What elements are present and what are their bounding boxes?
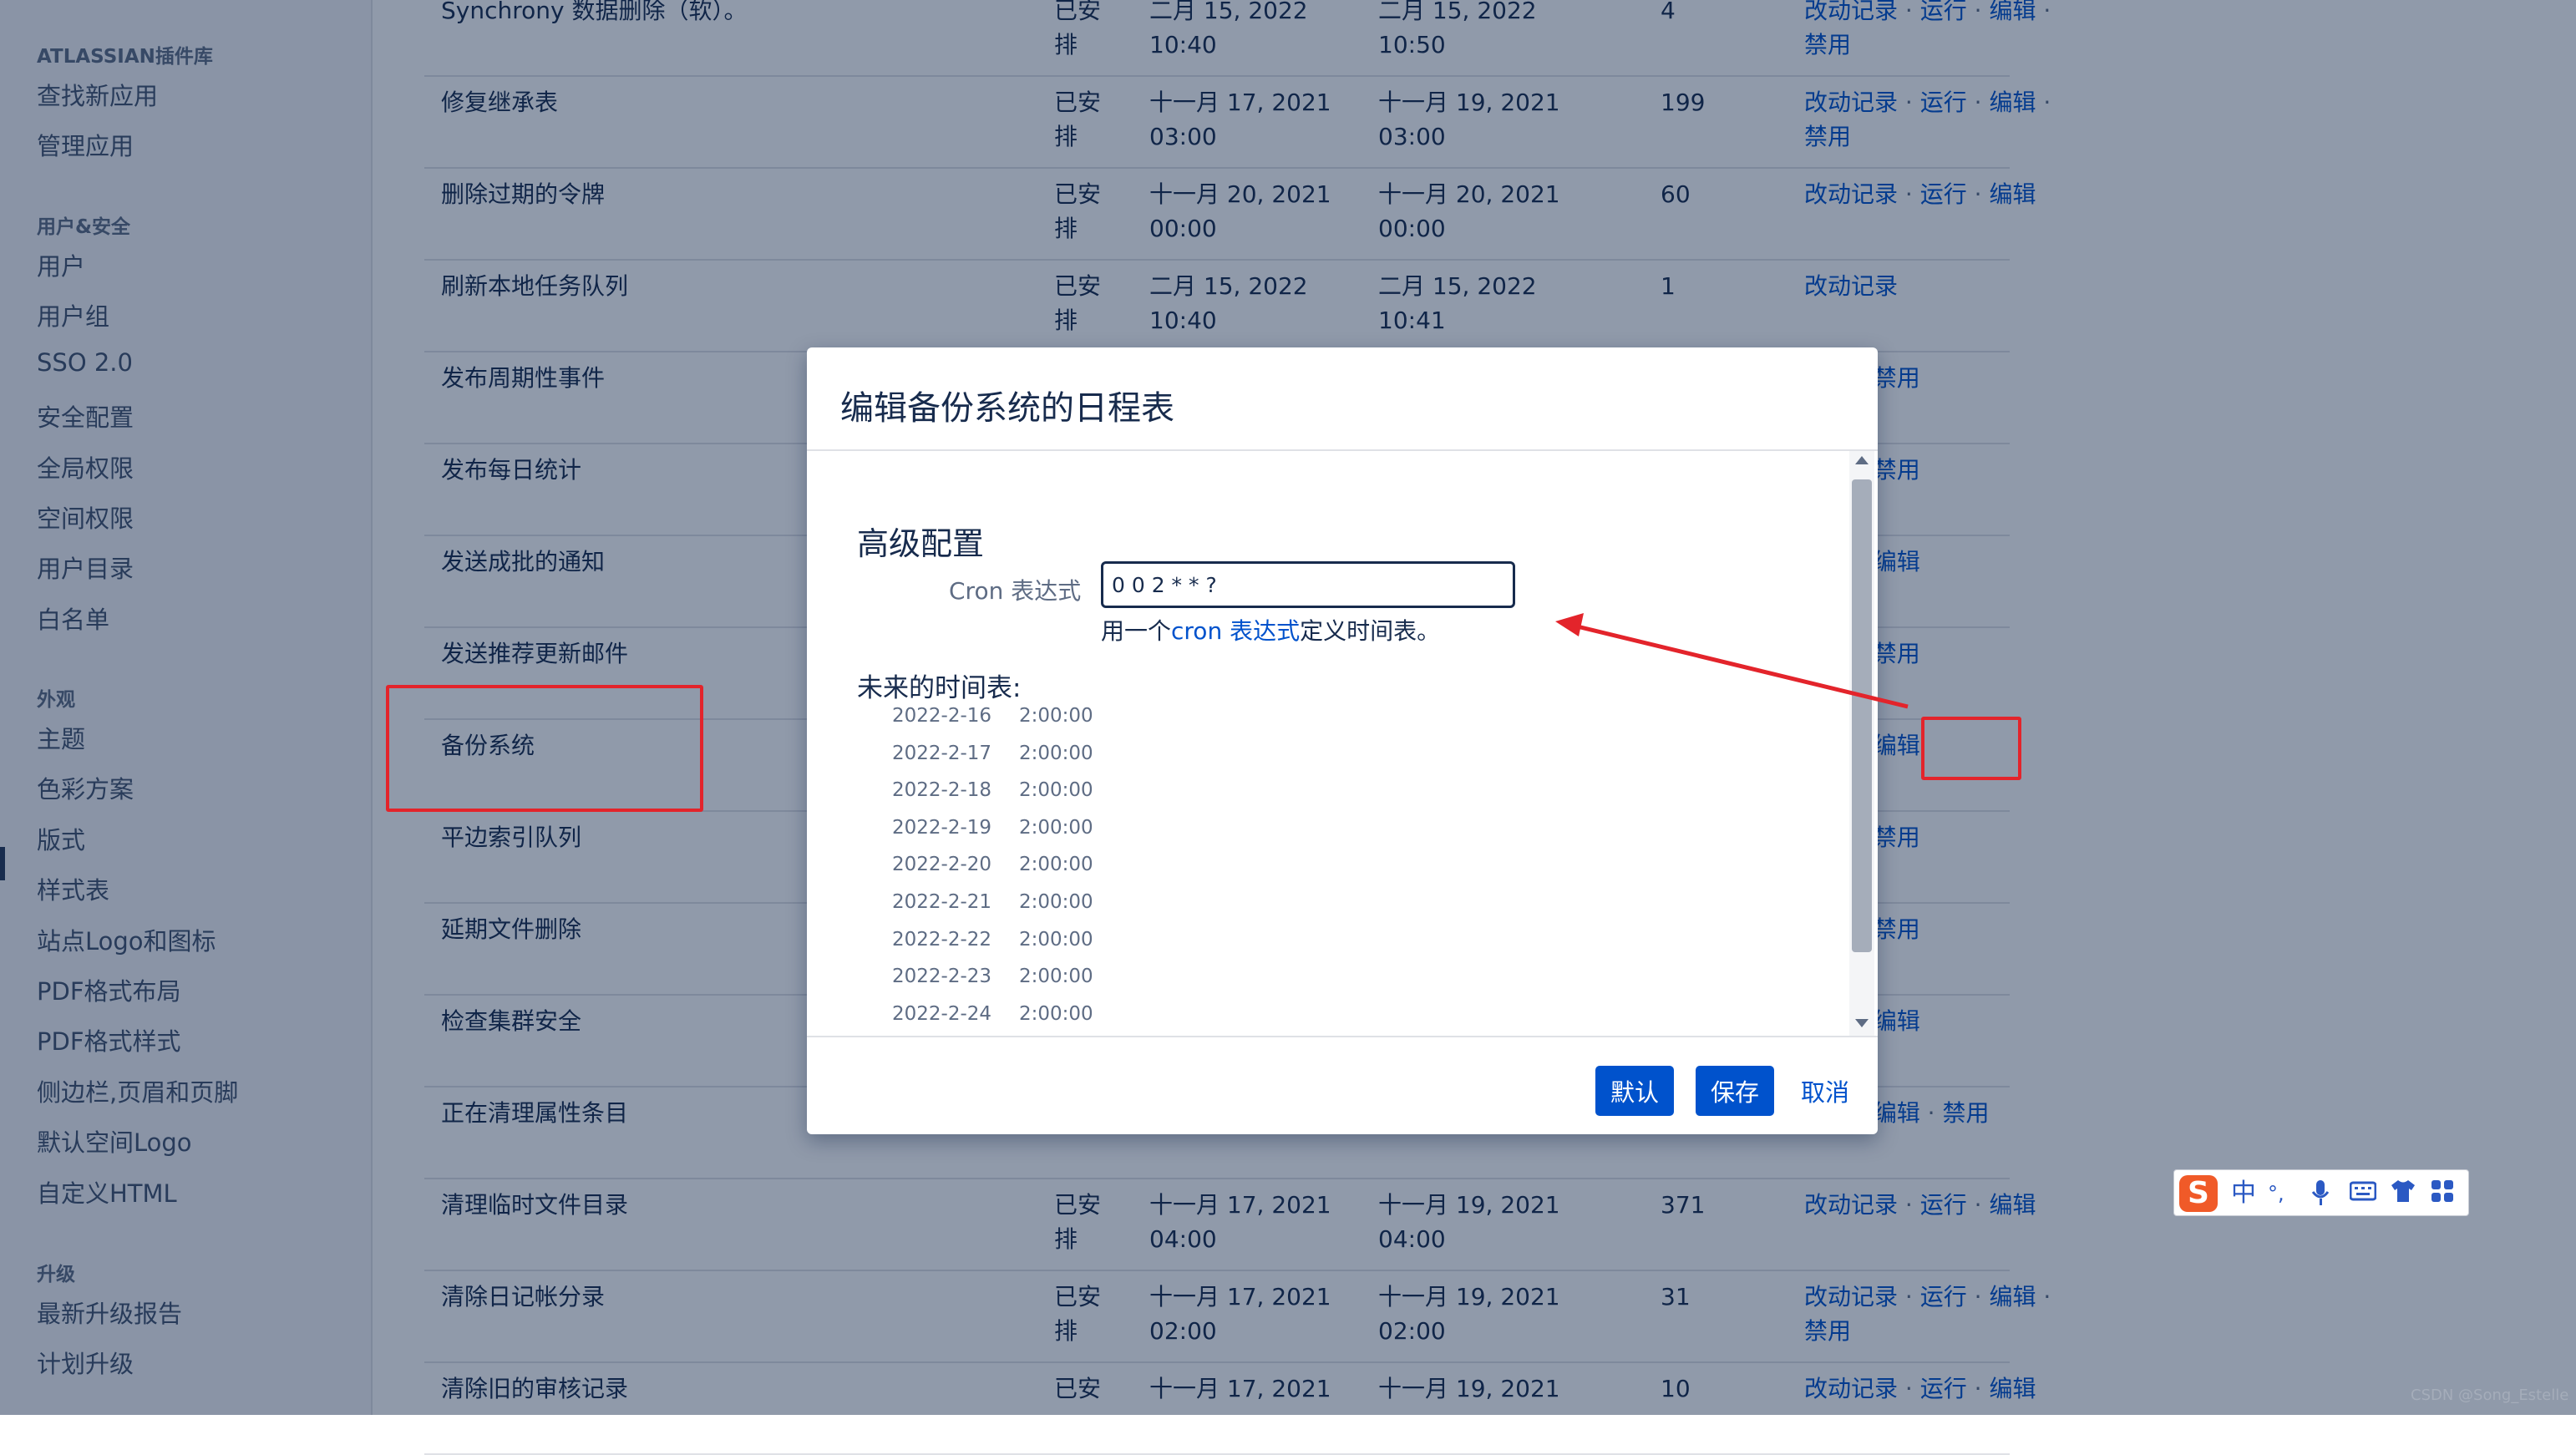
scroll-up-arrow-icon[interactable] <box>1855 456 1869 464</box>
ime-logo[interactable]: S <box>2179 1175 2218 1212</box>
schedule-time: 2:00:00 <box>1019 966 1093 988</box>
schedule-date: 2022-2-21 <box>892 891 992 913</box>
default-button[interactable]: 默认 <box>1595 1066 1675 1116</box>
dialog-scrollbar[interactable] <box>1849 451 1874 1036</box>
schedule-date: 2022-2-20 <box>892 854 992 876</box>
schedule-time: 2:00:00 <box>1019 891 1093 913</box>
schedule-time: 2:00:00 <box>1019 816 1093 839</box>
future-schedule-title: 未来的时间表: <box>857 673 1022 703</box>
cron-help-prefix: 用一个 <box>1101 617 1172 645</box>
scroll-down-arrow-icon[interactable] <box>1855 1019 1869 1027</box>
annotation-box-edit-link <box>1921 717 2021 780</box>
schedule-time: 2:00:00 <box>1019 742 1093 764</box>
schedule-time: 2:00:00 <box>1019 928 1093 951</box>
schedule-time: 2:00:00 <box>1019 705 1093 727</box>
schedule-date: 2022-2-19 <box>892 816 992 839</box>
cron-expression-label: Cron 表达式 <box>949 577 1082 605</box>
ime-language-toggle[interactable]: 中 <box>2231 1179 2256 1209</box>
dialog-body[interactable]: 高级配置 Cron 表达式 用一个cron 表达式定义时间表。 未来的时间表: … <box>807 451 1878 1036</box>
schedule-date: 2022-2-23 <box>892 966 992 988</box>
schedule-date: 2022-2-22 <box>892 928 992 951</box>
schedule-entry: 2022-2-19 2:00:00 <box>892 816 1093 839</box>
schedule-date: 2022-2-18 <box>892 779 992 802</box>
cancel-button[interactable]: 取消 <box>1794 1066 1856 1116</box>
schedule-time: 2:00:00 <box>1019 1002 1093 1025</box>
schedule-entry: 2022-2-21 2:00:00 <box>892 891 1093 913</box>
annotation-box-backup-row <box>386 685 703 812</box>
cron-expression-input[interactable] <box>1101 561 1515 608</box>
cron-expression-link[interactable]: cron 表达式 <box>1171 617 1300 645</box>
schedule-date: 2022-2-16 <box>892 705 992 727</box>
schedule-entry: 2022-2-17 2:00:00 <box>892 742 1093 764</box>
watermark: CSDN @Song_Estelle <box>2411 1387 2569 1404</box>
keyboard-icon[interactable] <box>2349 1179 2377 1211</box>
schedule-entry: 2022-2-18 2:00:00 <box>892 779 1093 802</box>
skin-shirt-icon[interactable] <box>2390 1179 2416 1211</box>
schedule-date: 2022-2-24 <box>892 1002 992 1025</box>
schedule-entry: 2022-2-20 2:00:00 <box>892 854 1093 876</box>
schedule-time: 2:00:00 <box>1019 779 1093 802</box>
cron-help-text: 用一个cron 表达式定义时间表。 <box>1101 613 1440 646</box>
dialog-title: 编辑备份系统的日程表 <box>840 389 1174 428</box>
advanced-config-title: 高级配置 <box>857 525 985 562</box>
schedule-entry: 2022-2-23 2:00:00 <box>892 966 1093 988</box>
toolbox-grid-icon[interactable] <box>2430 1179 2455 1211</box>
dialog-footer-divider <box>807 1036 1878 1037</box>
scrollbar-thumb[interactable] <box>1852 479 1872 952</box>
ime-punctuation-toggle[interactable]: °, <box>2268 1179 2284 1209</box>
save-button[interactable]: 保存 <box>1696 1066 1775 1116</box>
schedule-time: 2:00:00 <box>1019 854 1093 876</box>
cron-help-suffix: 定义时间表。 <box>1300 617 1441 645</box>
schedule-date: 2022-2-17 <box>892 742 992 764</box>
schedule-entry: 2022-2-16 2:00:00 <box>892 705 1093 727</box>
schedule-entry: 2022-2-24 2:00:00 <box>892 1002 1093 1025</box>
microphone-icon[interactable] <box>2311 1179 2330 1214</box>
edit-schedule-dialog: 编辑备份系统的日程表 高级配置 Cron 表达式 用一个cron 表达式定义时间… <box>807 347 1878 1134</box>
ime-toolbar[interactable]: S 中 °, <box>2173 1169 2469 1216</box>
schedule-entry: 2022-2-22 2:00:00 <box>892 928 1093 951</box>
